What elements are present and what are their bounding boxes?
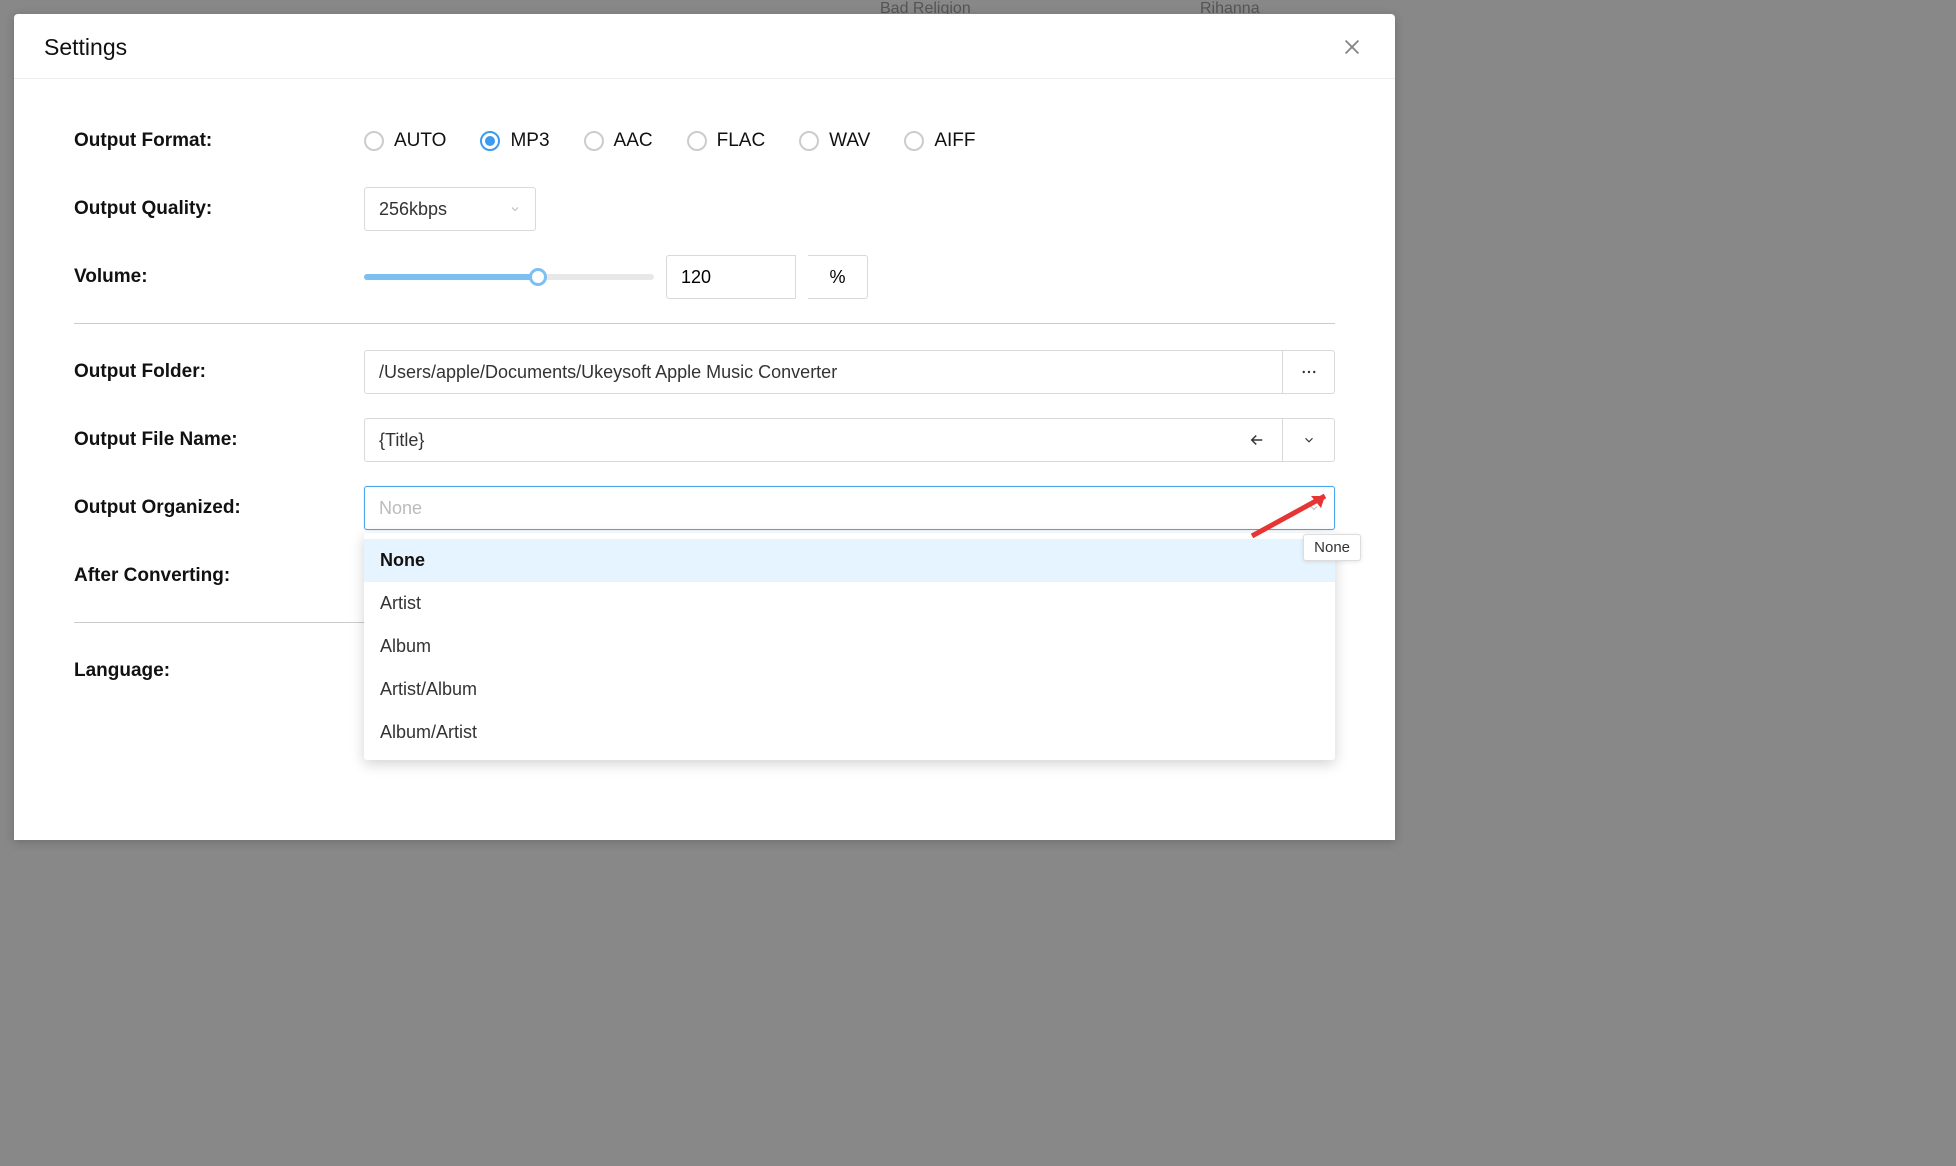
radio-format-aac[interactable]: AAC [584, 130, 653, 152]
chevron-down-icon [1308, 502, 1320, 514]
radio-format-aiff[interactable]: AIFF [904, 130, 975, 152]
radio-icon [687, 131, 707, 151]
radio-label: AIFF [934, 130, 975, 152]
radio-label: FLAC [717, 130, 766, 152]
filename-undo-button[interactable] [1231, 418, 1283, 462]
radio-icon [364, 131, 384, 151]
output-quality-value: 256kbps [379, 199, 447, 220]
output-format-radio-group: AUTO MP3 AAC FLAC WAV AIFF [364, 130, 976, 152]
modal-body: Output Format: AUTO MP3 AAC FLAC WAV AIFF Out… [14, 79, 1395, 693]
chevron-down-icon [509, 203, 521, 215]
label-output-folder: Output Folder: [74, 361, 364, 383]
output-organized-dropdown: NoneArtistAlbumArtist/AlbumAlbum/Artist [364, 533, 1335, 760]
dropdown-option[interactable]: Album [364, 625, 1335, 668]
close-button[interactable] [1337, 32, 1367, 62]
volume-slider[interactable] [364, 274, 654, 280]
ellipsis-icon [1300, 363, 1318, 381]
radio-icon [904, 131, 924, 151]
label-volume: Volume: [74, 266, 364, 288]
modal-title: Settings [44, 34, 127, 61]
output-filename-value: {Title} [379, 430, 424, 451]
row-output-quality: Output Quality: 256kbps [74, 187, 1335, 231]
dropdown-option[interactable]: Artist [364, 582, 1335, 625]
chevron-down-icon [1302, 433, 1316, 447]
radio-icon [584, 131, 604, 151]
volume-slider-fill [364, 274, 538, 280]
radio-format-flac[interactable]: FLAC [687, 130, 766, 152]
radio-label: MP3 [510, 130, 549, 152]
settings-modal: Settings Output Format: AUTO MP3 AAC FLAC WA… [14, 14, 1395, 840]
row-output-filename: Output File Name: {Title} [74, 418, 1335, 462]
output-organized-select[interactable]: None [364, 486, 1335, 530]
radio-format-mp3[interactable]: MP3 [480, 130, 549, 152]
radio-label: AUTO [394, 130, 446, 152]
row-output-folder: Output Folder: /Users/apple/Documents/Uk… [74, 350, 1335, 394]
filename-options-button[interactable] [1283, 418, 1335, 462]
label-output-organized: Output Organized: [74, 497, 364, 519]
radio-format-auto[interactable]: AUTO [364, 130, 446, 152]
volume-unit: % [808, 255, 868, 299]
row-volume: Volume: % [74, 255, 1335, 299]
label-output-filename: Output File Name: [74, 429, 364, 451]
radio-label: WAV [829, 130, 870, 152]
label-language: Language: [74, 660, 364, 682]
row-output-organized: Output Organized: None NoneArtistAlbumAr… [74, 486, 1335, 530]
browse-folder-button[interactable] [1283, 350, 1335, 394]
modal-header: Settings [14, 14, 1395, 79]
tooltip: None [1303, 534, 1361, 561]
radio-format-wav[interactable]: WAV [799, 130, 870, 152]
divider [74, 323, 1335, 324]
volume-input[interactable] [666, 255, 796, 299]
row-output-format: Output Format: AUTO MP3 AAC FLAC WAV AIFF [74, 119, 1335, 163]
output-folder-input[interactable]: /Users/apple/Documents/Ukeysoft Apple Mu… [364, 350, 1283, 394]
volume-slider-thumb[interactable] [529, 268, 547, 286]
label-output-format: Output Format: [74, 130, 364, 152]
label-after-converting: After Converting: [74, 565, 364, 587]
dropdown-option[interactable]: None [364, 539, 1335, 582]
output-folder-value: /Users/apple/Documents/Ukeysoft Apple Mu… [379, 362, 837, 383]
dropdown-option[interactable]: Artist/Album [364, 668, 1335, 711]
output-filename-input[interactable]: {Title} [364, 418, 1231, 462]
output-quality-select[interactable]: 256kbps [364, 187, 536, 231]
radio-icon [480, 131, 500, 151]
arrow-left-icon [1248, 431, 1266, 449]
dropdown-option[interactable]: Album/Artist [364, 711, 1335, 754]
radio-icon [799, 131, 819, 151]
output-organized-placeholder: None [379, 498, 422, 519]
close-icon [1341, 36, 1363, 58]
radio-label: AAC [614, 130, 653, 152]
label-output-quality: Output Quality: [74, 198, 364, 220]
